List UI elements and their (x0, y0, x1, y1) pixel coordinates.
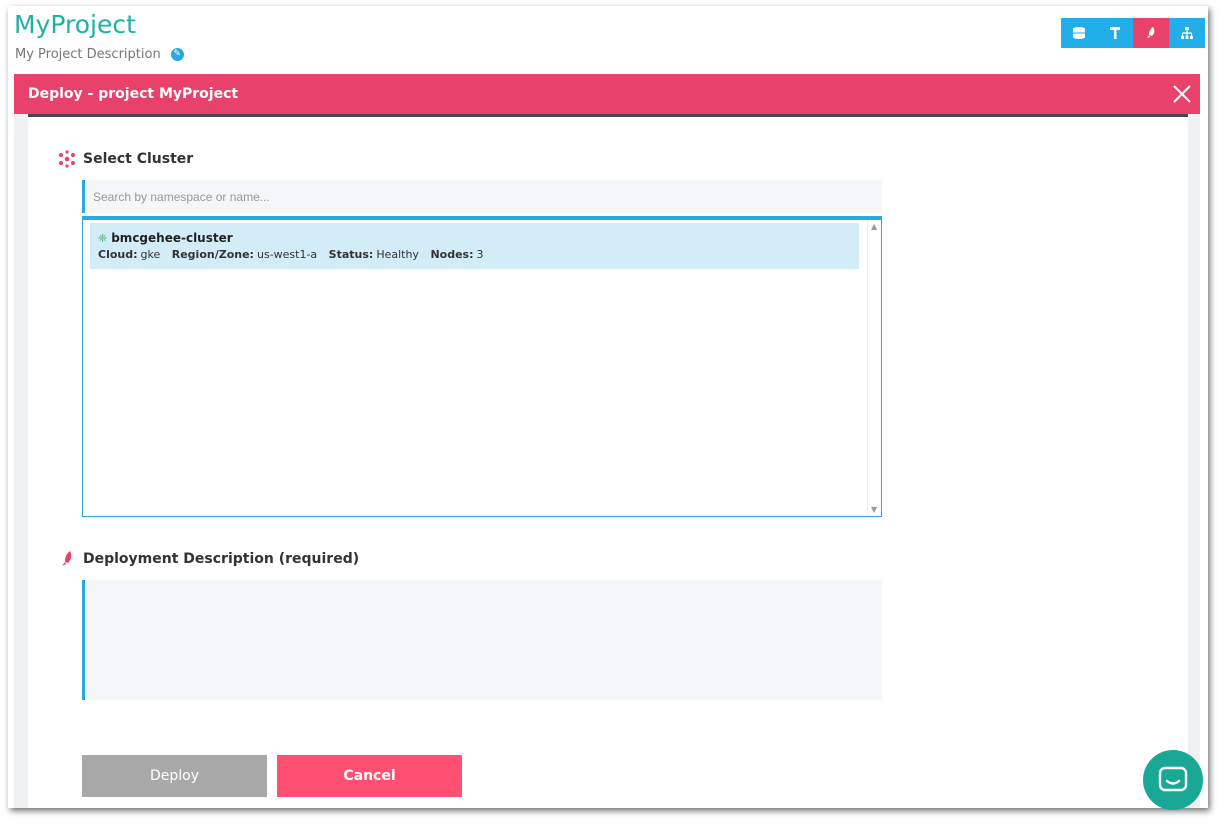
scroll-up-icon[interactable]: ▲ (871, 222, 877, 231)
close-button[interactable] (1170, 82, 1194, 106)
modal-left-edge (14, 114, 28, 808)
topology-button[interactable] (1169, 18, 1205, 48)
cluster-list-item[interactable]: ❈ bmcgehee-cluster Cloud: gke Region/Zone… (90, 223, 859, 269)
hammer-icon (1110, 27, 1120, 39)
sitemap-icon (1181, 27, 1193, 39)
cancel-button[interactable]: Cancel (277, 755, 462, 797)
chat-button[interactable] (1143, 750, 1203, 810)
cluster-name: bmcgehee-cluster (111, 231, 233, 245)
scroll-down-icon[interactable]: ▼ (871, 505, 877, 514)
cluster-list-scrollbar[interactable]: ▲ ▼ (867, 220, 881, 516)
deployment-description-label: Deployment Description (required) (83, 551, 360, 567)
app-window: MyProject My Project Description ✎ Deplo… (8, 6, 1208, 808)
cluster-icon (56, 150, 78, 168)
deploy-button[interactable]: Deploy (82, 755, 267, 797)
cluster-name-row: ❈ bmcgehee-cluster (98, 231, 851, 245)
select-cluster-heading: Select Cluster (56, 150, 193, 168)
cloud-value: gke (140, 248, 161, 261)
modal-divider (28, 114, 1188, 117)
deployment-description-heading: Deployment Description (required) (56, 550, 359, 568)
database-button[interactable] (1061, 18, 1097, 48)
edit-description-icon[interactable]: ✎ (170, 48, 184, 61)
status-label: Status: (328, 248, 374, 261)
rocket-icon (1147, 27, 1155, 38)
cluster-search-input[interactable] (82, 180, 882, 213)
nodes-label: Nodes: (430, 248, 474, 261)
project-description-row: My Project Description ✎ (15, 47, 184, 62)
cluster-meta: Cloud: gke Region/Zone: us-west1-a Status:… (98, 248, 851, 261)
build-button[interactable] (1097, 18, 1133, 48)
close-icon (1173, 85, 1191, 103)
modal-title: Deploy - project MyProject (28, 86, 239, 102)
modal-header: Deploy - project MyProject (14, 74, 1200, 114)
rocket-heading-icon (56, 550, 78, 568)
deployment-description-input[interactable] (82, 580, 882, 700)
select-cluster-label: Select Cluster (83, 151, 194, 167)
database-icon (1073, 27, 1085, 39)
status-value: Healthy (376, 248, 419, 261)
cluster-list[interactable]: ❈ bmcgehee-cluster Cloud: gke Region/Zone… (82, 216, 882, 517)
nodes-value: 3 (476, 248, 484, 261)
deploy-toolbar-button[interactable] (1133, 18, 1169, 48)
project-toolbar (1061, 18, 1205, 48)
modal-right-edge (1188, 114, 1200, 808)
cloud-label: Cloud: (98, 248, 138, 261)
cluster-status-icon: ❈ (98, 231, 108, 245)
project-description: My Project Description (15, 47, 161, 62)
chat-icon (1158, 766, 1188, 792)
region-label: Region/Zone: (171, 248, 254, 261)
region-value: us-west1-a (256, 248, 318, 261)
project-title: MyProject (14, 10, 136, 39)
